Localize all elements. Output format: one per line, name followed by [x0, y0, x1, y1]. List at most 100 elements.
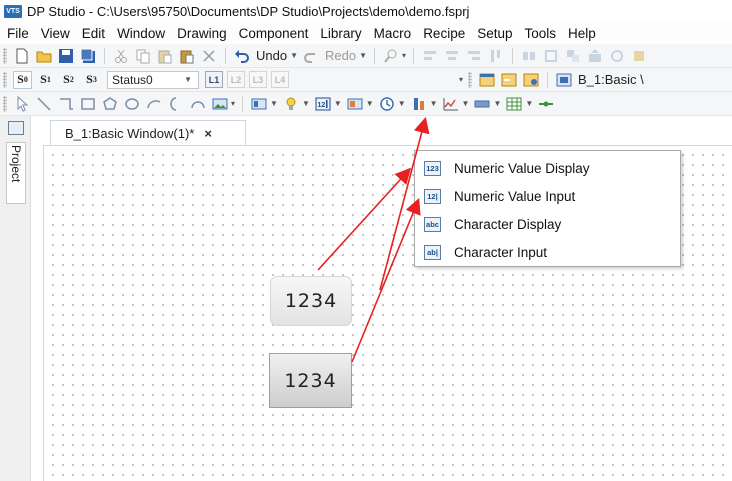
more-dropdown-icon[interactable]: ▾: [231, 99, 235, 108]
menu-setup[interactable]: Setup: [472, 26, 519, 41]
toolbar-grip[interactable]: [3, 71, 7, 88]
current-window-label[interactable]: B_1:Basic \: [578, 72, 644, 87]
undo-dropdown-icon[interactable]: ▼: [290, 51, 298, 60]
clock-dropdown-icon[interactable]: ▼: [398, 99, 406, 108]
save-icon[interactable]: [58, 48, 74, 64]
menu-item-character-display[interactable]: abc Character Display: [415, 210, 680, 238]
switch-dropdown-icon[interactable]: ▼: [366, 99, 374, 108]
menu-library[interactable]: Library: [315, 26, 368, 41]
state-1-button[interactable]: S1: [36, 71, 55, 89]
undo-button[interactable]: Undo: [256, 48, 287, 63]
more-dropdown-icon[interactable]: ▾: [402, 51, 406, 60]
window-properties-icon[interactable]: [501, 72, 517, 88]
group-icon[interactable]: [565, 48, 581, 64]
align-right-icon[interactable]: [466, 48, 482, 64]
bring-front-icon[interactable]: [587, 48, 603, 64]
new-window-icon[interactable]: [479, 72, 495, 88]
state-0-button[interactable]: S0: [13, 70, 32, 89]
align-left-icon[interactable]: [422, 48, 438, 64]
pointer-icon[interactable]: [14, 95, 30, 112]
document-tab[interactable]: B_1:Basic Window(1)* ×: [50, 120, 246, 146]
menu-macro[interactable]: Macro: [369, 26, 419, 41]
menu-window[interactable]: Window: [112, 26, 172, 41]
keyboard-dropdown-icon[interactable]: ▼: [493, 99, 501, 108]
delete-icon[interactable]: [201, 48, 217, 64]
state-select[interactable]: Status0 ▼: [107, 70, 199, 89]
menu-item-numeric-value-input[interactable]: 12| Numeric Value Input: [415, 182, 680, 210]
toolbar-grip[interactable]: [3, 95, 7, 112]
close-icon[interactable]: ×: [204, 126, 212, 141]
redo-dropdown-icon[interactable]: ▼: [359, 51, 367, 60]
find-icon[interactable]: [383, 48, 399, 64]
menu-component[interactable]: Component: [234, 26, 316, 41]
menu-edit[interactable]: Edit: [77, 26, 112, 41]
zoom-icon[interactable]: [631, 48, 647, 64]
project-tab[interactable]: Project: [6, 142, 26, 204]
keyboard-icon[interactable]: [474, 96, 490, 112]
clock-icon[interactable]: [379, 96, 395, 112]
undo-icon[interactable]: [234, 48, 250, 64]
menu-drawing[interactable]: Drawing: [172, 26, 234, 41]
table-dropdown-icon[interactable]: ▼: [525, 99, 533, 108]
save-all-icon[interactable]: [80, 48, 96, 64]
polygon-icon[interactable]: [102, 96, 118, 112]
menu-recipe[interactable]: Recipe: [418, 26, 472, 41]
pipe-icon[interactable]: [538, 96, 554, 112]
redo-button[interactable]: Redo: [325, 48, 356, 63]
state-3-button[interactable]: S3: [82, 71, 101, 89]
menu-item-numeric-value-display[interactable]: 123 Numeric Value Display: [415, 154, 680, 182]
menu-view[interactable]: View: [36, 26, 77, 41]
paste-special-icon[interactable]: [179, 48, 195, 64]
bit-lamp-dropdown-icon[interactable]: ▼: [270, 99, 278, 108]
meter-dropdown-icon[interactable]: ▼: [430, 99, 438, 108]
numeric-input-icon[interactable]: 12: [315, 96, 331, 112]
ellipse-icon[interactable]: [124, 96, 140, 112]
overflow-dropdown-icon[interactable]: ▾: [459, 75, 463, 84]
arc-icon[interactable]: [146, 96, 162, 112]
basic-window-icon[interactable]: [556, 72, 572, 88]
rectangle-icon[interactable]: [80, 96, 96, 112]
meter-icon[interactable]: [411, 96, 427, 112]
align-top-icon[interactable]: [488, 48, 504, 64]
chord-icon[interactable]: [190, 96, 206, 112]
numeric-display-icon: 123: [424, 160, 441, 176]
layer-4-button[interactable]: L4: [271, 71, 289, 88]
indicator-dropdown-icon[interactable]: ▼: [302, 99, 310, 108]
numeric-value-input-widget[interactable]: 1234: [269, 353, 352, 408]
menu-tools[interactable]: Tools: [520, 26, 564, 41]
open-folder-icon[interactable]: [36, 48, 52, 64]
align-center-icon[interactable]: [444, 48, 460, 64]
trend-dropdown-icon[interactable]: ▼: [462, 99, 470, 108]
layer-1-button[interactable]: L1: [205, 71, 223, 88]
bit-lamp-icon[interactable]: [251, 96, 267, 112]
distribute-icon[interactable]: [521, 48, 537, 64]
menu-item-character-input[interactable]: ab| Character Input: [415, 238, 680, 266]
layer-3-button[interactable]: L3: [249, 71, 267, 88]
numeric-value-display-widget[interactable]: 1234: [270, 276, 352, 326]
table-icon[interactable]: [506, 96, 522, 112]
new-file-icon[interactable]: [14, 48, 30, 64]
toolbar-grip[interactable]: [3, 47, 7, 64]
menu-file[interactable]: File: [2, 26, 36, 41]
trend-chart-icon[interactable]: [443, 96, 459, 112]
image-icon[interactable]: [212, 96, 228, 112]
line-icon[interactable]: [36, 96, 52, 112]
paste-icon[interactable]: [157, 48, 173, 64]
indicator-icon[interactable]: [283, 96, 299, 112]
drawing-toolbar: ▾ ▼ ▼ 12 ▼ ▼ ▼ ▼ ▼ ▼ ▼: [0, 92, 732, 116]
state-2-button[interactable]: S2: [59, 71, 78, 89]
menu-help[interactable]: Help: [563, 26, 603, 41]
project-icon[interactable]: [8, 121, 24, 135]
polyline-icon[interactable]: [58, 96, 74, 112]
toolbar-grip[interactable]: [468, 71, 473, 88]
numeric-dropdown-icon[interactable]: ▼: [334, 99, 342, 108]
switch-icon[interactable]: [347, 96, 363, 112]
copy-icon[interactable]: [135, 48, 151, 64]
redo-icon[interactable]: [303, 48, 319, 64]
window-settings-icon[interactable]: [523, 72, 539, 88]
same-size-icon[interactable]: [543, 48, 559, 64]
cut-icon[interactable]: [113, 48, 129, 64]
sector-icon[interactable]: [168, 96, 184, 112]
layer-2-button[interactable]: L2: [227, 71, 245, 88]
lock-icon[interactable]: [609, 48, 625, 64]
